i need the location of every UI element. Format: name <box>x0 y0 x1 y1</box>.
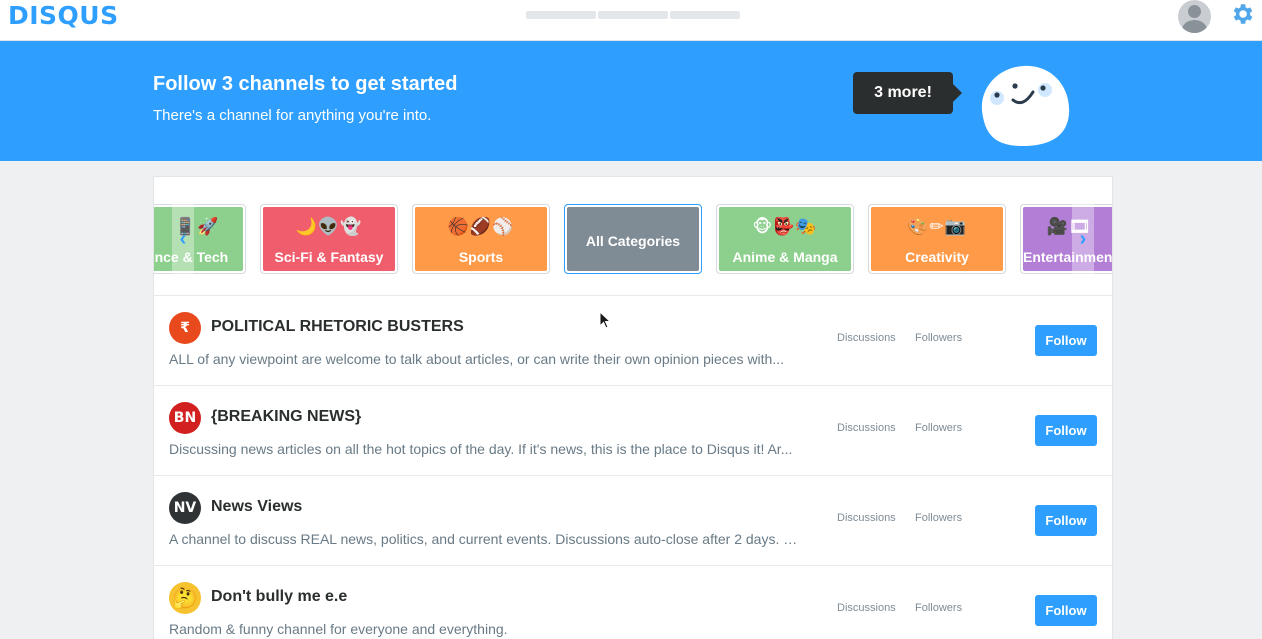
channel-row[interactable]: BN {BREAKING NEWS} Discussing news artic… <box>154 386 1112 476</box>
discussions-stat: Discussions <box>837 422 896 434</box>
category-creativity[interactable]: 🎨✏📷 Creativity <box>868 204 1006 274</box>
category-tile: 🎥🎞 Entertainment <box>1023 207 1112 271</box>
loading-bar <box>526 11 596 19</box>
channel-row[interactable]: ₹ POLITICAL RHETORIC BUSTERS ALL of any … <box>154 296 1112 386</box>
channel-description: A channel to discuss REAL news, politics… <box>169 531 799 547</box>
category-tile: 🎨✏📷 Creativity <box>871 207 1003 271</box>
channel-icon: NV <box>169 492 201 524</box>
channel-icon: ₹ <box>169 312 201 344</box>
remaining-count-bubble: 3 more! <box>853 72 962 114</box>
category-emoji: 🏀🏈⚾ <box>447 217 515 237</box>
category-label: Entertainment <box>1023 249 1112 265</box>
chevron-left-icon: ‹ <box>179 227 187 250</box>
channel-icon: 🤔 <box>169 582 201 614</box>
category-label: Anime & Manga <box>732 249 838 265</box>
top-nav: DISQUS <box>0 0 1262 41</box>
channel-description: Discussing news articles on all the hot … <box>169 441 793 457</box>
followers-stat: Followers <box>915 422 963 434</box>
mouse-cursor-icon <box>599 311 611 329</box>
loading-bar <box>670 11 740 19</box>
category-label: Creativity <box>905 249 969 265</box>
discussions-stat: Discussions <box>837 512 896 524</box>
category-entertainment[interactable]: 🎥🎞 Entertainment <box>1020 204 1112 274</box>
channel-row[interactable]: NV News Views A channel to discuss REAL … <box>154 476 1112 566</box>
followers-stat: Followers <box>915 512 963 524</box>
channel-name[interactable]: {BREAKING NEWS} <box>211 408 361 426</box>
chevron-right-icon: › <box>1079 227 1087 250</box>
category-label: Science & Tech <box>154 249 229 265</box>
followers-stat: Followers <box>915 602 963 614</box>
category-emoji: 🐵👺🎭 <box>752 217 818 237</box>
category-tile: 🏀🏈⚾ Sports <box>415 207 547 271</box>
category-scifi-fantasy[interactable]: 🌙👽👻 Sci-Fi & Fantasy <box>260 204 398 274</box>
discussions-stat: Discussions <box>837 602 896 614</box>
carousel-next-button[interactable]: › <box>1072 204 1094 274</box>
category-tile: All Categories <box>567 207 699 271</box>
category-tile: 📱🚀 Science & Tech <box>154 207 243 271</box>
category-emoji: 🌙👽👻 <box>295 217 363 237</box>
follow-button[interactable]: Follow <box>1035 505 1097 536</box>
disqus-logo[interactable]: DISQUS <box>8 1 119 30</box>
banner-title: Follow 3 channels to get started <box>153 73 458 95</box>
category-emoji: 🎥🎞 <box>1046 217 1092 237</box>
follow-button[interactable]: Follow <box>1035 325 1097 356</box>
onboarding-banner: Follow 3 channels to get started There's… <box>0 41 1262 161</box>
category-carousel: 📱🚀 Science & Tech 🌙👽👻 Sci-Fi & Fantasy 🏀… <box>154 177 1112 296</box>
loading-bar <box>598 11 668 19</box>
channel-name[interactable]: POLITICAL RHETORIC BUSTERS <box>211 318 464 336</box>
channel-description: Random & funny channel for everyone and … <box>169 621 508 637</box>
user-avatar-icon[interactable] <box>1178 0 1211 33</box>
category-label: Sci-Fi & Fantasy <box>274 249 384 265</box>
category-anime-manga[interactable]: 🐵👺🎭 Anime & Manga <box>716 204 854 274</box>
channel-name[interactable]: Don't bully me e.e <box>211 588 347 606</box>
gear-icon[interactable] <box>1229 1 1255 27</box>
category-science-tech[interactable]: 📱🚀 Science & Tech <box>154 204 246 274</box>
category-tile: 🌙👽👻 Sci-Fi & Fantasy <box>263 207 395 271</box>
category-emoji: 📱🚀 <box>174 217 220 237</box>
category-sports[interactable]: 🏀🏈⚾ Sports <box>412 204 550 274</box>
channels-card: 📱🚀 Science & Tech 🌙👽👻 Sci-Fi & Fantasy 🏀… <box>153 176 1113 639</box>
followers-stat: Followers <box>915 332 963 344</box>
banner-subtitle: There's a channel for anything you're in… <box>153 107 432 124</box>
channel-description: ALL of any viewpoint are welcome to talk… <box>169 351 785 367</box>
category-label: All Categories <box>585 233 681 249</box>
follow-button[interactable]: Follow <box>1035 595 1097 626</box>
category-label: Sports <box>458 249 504 265</box>
mascot-icon <box>981 65 1070 146</box>
category-emoji: 🎨✏📷 <box>907 217 967 237</box>
follow-button[interactable]: Follow <box>1035 415 1097 446</box>
category-all[interactable]: All Categories <box>564 204 702 274</box>
discussions-stat: Discussions <box>837 332 896 344</box>
channel-name[interactable]: News Views <box>211 498 302 516</box>
category-tile: 🐵👺🎭 Anime & Manga <box>719 207 851 271</box>
channel-row[interactable]: 🤔 Don't bully me e.e Random & funny chan… <box>154 566 1112 639</box>
channel-icon: BN <box>169 402 201 434</box>
carousel-prev-button[interactable]: ‹ <box>172 204 194 274</box>
